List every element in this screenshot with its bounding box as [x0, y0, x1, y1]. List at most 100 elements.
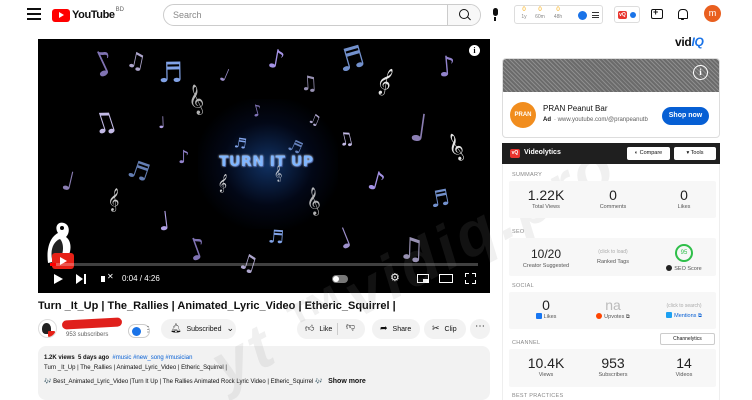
vidiq-extension-button[interactable]: vQ: [614, 6, 640, 23]
vidiq-eye-icon: [132, 327, 141, 336]
miniplayer-icon[interactable]: [417, 274, 429, 283]
seo-icon: [666, 265, 673, 271]
clip-label: Clip: [444, 325, 457, 333]
music-note-icon: 𝄞: [106, 186, 122, 212]
video-title: Turn _It_Up | The_Rallies | Animated_Lyr…: [38, 300, 396, 312]
ad-source: Ad · www.youtube.com/@pranpeanutb: [543, 117, 648, 123]
ad-brand-name[interactable]: PRAN Peanut Bar: [543, 104, 607, 113]
theater-mode-icon[interactable]: [439, 274, 453, 283]
stat-value: 953: [601, 355, 625, 371]
description-meta: 1.2K views 5 days ago #music #new_song #…: [44, 353, 484, 363]
autoplay-toggle[interactable]: [332, 275, 348, 283]
notifications-bell-icon[interactable]: [677, 8, 688, 20]
search-button[interactable]: [447, 5, 480, 25]
vidiq-stat: 0 1y: [517, 7, 531, 21]
channel-name-redacted[interactable]: [61, 317, 123, 330]
stat-reddit-upvotes[interactable]: na Upvotes ⧉: [584, 297, 642, 321]
vidiq-stat-value: 0: [538, 7, 542, 13]
create-video-icon[interactable]: [651, 7, 663, 19]
music-note-icon: 𝄞: [184, 83, 207, 117]
youtube-logo[interactable]: YouTube BD: [52, 7, 124, 22]
thumbs-up-icon[interactable]: 👍︎: [305, 324, 314, 334]
stat-creator-suggested: 10/20 Creator Suggested: [515, 246, 577, 270]
view-count: 1.2K views: [44, 355, 75, 361]
share-button[interactable]: ➦ Share: [372, 319, 420, 339]
tools-button[interactable]: ▾ Tools: [674, 147, 716, 160]
vidiq-eye-icon[interactable]: [578, 11, 587, 20]
section-label-channel: CHANNEL: [512, 340, 541, 346]
vidiq-stat: 0 60m: [533, 7, 547, 21]
vidiq-menu-icon[interactable]: [592, 12, 599, 20]
vidiq-stat-label: 48h: [553, 14, 563, 20]
music-note-icon: ♬: [232, 135, 248, 153]
vidiq-toolbar[interactable]: 0 1y 0 60m 0 48h: [514, 5, 603, 24]
scissors-icon: ✂: [432, 324, 440, 334]
vidiq-logo-accent: IQ: [691, 35, 704, 49]
channel-avatar[interactable]: [38, 319, 57, 338]
description-text: 🎶 Best_Animated_Lyric_Video |Turn It Up …: [44, 379, 323, 385]
ad-url: · www.youtube.com/@pranpeanutb: [554, 117, 648, 123]
play-icon[interactable]: [52, 272, 64, 286]
stat-label: Ranked Tags: [596, 259, 629, 265]
shop-now-button[interactable]: Shop now: [662, 107, 709, 125]
stat-value: 10/20: [530, 247, 562, 261]
click-to-search-hint[interactable]: (click to search): [655, 300, 713, 312]
description-line-secondary: 🎶 Best_Animated_Lyric_Video |Turn It Up …: [44, 377, 484, 387]
compare-button[interactable]: ◐ Compare: [627, 147, 670, 160]
progress-bar[interactable]: [50, 263, 478, 266]
thumbs-down-icon[interactable]: 👎︎: [346, 322, 355, 332]
video-player[interactable]: ♪ ♫ ♬ 𝄞 ♩ ♪ ♫ ♬ 𝄞 ♩ ♪ ♫ ♬ 𝄞 ♩ ♪ ♫ ♬ 𝄞 ♩ ♪ ♫ ♬ 𝄞 ♩ ♪ ♫ ♬ 𝄞 ♩ ♪ ♫ ♬ 𝄞 TURN …: [38, 39, 490, 293]
music-note-icon: ♫: [87, 102, 122, 143]
music-note-icon: ♬: [267, 226, 285, 249]
mute-icon[interactable]: [100, 272, 116, 286]
vidiq-logo[interactable]: vidIQ: [675, 35, 704, 49]
stat-seo-score: 95 SEO Score: [655, 244, 713, 272]
stat-label: Videos: [675, 372, 693, 378]
description-box[interactable]: 1.2K views 5 days ago #music #new_song #…: [38, 346, 490, 400]
videolytics-panel: SUMMARY 1.22K Total Views 0 Comments 0 L…: [502, 164, 720, 400]
more-actions-button[interactable]: ⋯: [470, 319, 490, 339]
menu-icon[interactable]: [27, 8, 41, 20]
stat-label: Likes: [543, 314, 557, 320]
fullscreen-icon[interactable]: [465, 273, 476, 284]
click-to-load-hint[interactable]: (click to load): [584, 246, 642, 258]
hashtags[interactable]: #music #new_song #musician: [112, 355, 192, 361]
logo-text: YouTube: [72, 9, 115, 21]
user-avatar[interactable]: m: [704, 5, 721, 22]
channel-box: 10.4K Views 953 Subscribers 14 Videos: [509, 349, 716, 387]
music-note-icon: ♩: [216, 64, 233, 87]
seo-score-ring: 95: [675, 244, 693, 262]
show-more-link[interactable]: Show more: [328, 378, 366, 385]
stat-channel-videos: 14 Videos: [655, 355, 713, 379]
social-label-row: Mentions ⧉: [655, 312, 713, 320]
music-note-icon: ♫: [299, 70, 319, 96]
stat-value: 1.22K: [527, 187, 565, 203]
stat-comments: 0 Comments: [584, 187, 642, 211]
music-note-icon: ♫: [123, 47, 149, 76]
channelytics-button[interactable]: Channelytics: [660, 333, 715, 345]
ad-info-icon[interactable]: i: [693, 65, 708, 80]
stat-ranked-tags[interactable]: (click to load) Ranked Tags: [584, 246, 642, 266]
vidiq-stat-label: 1y: [521, 14, 527, 20]
ad-brand-logo[interactable]: PRAN: [510, 102, 536, 128]
microphone-icon[interactable]: [491, 8, 499, 22]
next-icon[interactable]: [76, 272, 88, 286]
music-note-icon: 𝄞: [442, 131, 468, 163]
info-icon[interactable]: i: [469, 45, 480, 56]
stat-value: 14: [676, 355, 692, 371]
seo-box: 10/20 Creator Suggested (click to load) …: [509, 238, 716, 276]
like-label[interactable]: Like: [319, 326, 332, 333]
vidiq-channel-badge[interactable]: ⋮: [128, 324, 152, 338]
search-input[interactable]: [164, 5, 448, 25]
stat-likes: 0 Likes: [655, 187, 713, 211]
ad-banner-image[interactable]: [503, 59, 719, 92]
clip-button[interactable]: ✂ Clip: [424, 319, 466, 339]
stat-value: 0: [542, 297, 550, 313]
stat-label: SEO Score: [674, 266, 702, 272]
ad-card[interactable]: i PRAN PRAN Peanut Bar Ad · www.youtube.c…: [502, 58, 720, 138]
section-label-best-practices: BEST PRACTICES: [512, 393, 564, 399]
stat-value: 0: [680, 187, 688, 203]
settings-gear-icon[interactable]: ⚙: [390, 273, 400, 284]
subscribed-button[interactable]: 🔔︎ Subscribed ⌄: [161, 319, 236, 339]
stat-twitter-mentions[interactable]: (click to search) Mentions ⧉: [655, 300, 713, 320]
